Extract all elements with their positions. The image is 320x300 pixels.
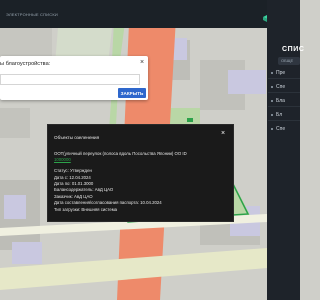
divider [268, 92, 300, 93]
info-popup: Объекты озеленения × ООТ(уличный переуло… [47, 124, 234, 222]
bullet-icon [271, 100, 273, 102]
side-item[interactable]: Бла [276, 98, 285, 104]
side-panel-badge-label: ОБЩЕ [281, 58, 294, 63]
dialog-title: ы благоустройства: [0, 61, 51, 67]
divider [268, 106, 300, 107]
side-panel [267, 0, 300, 300]
bullet-icon [271, 72, 273, 74]
holder-text: Балансодержатель: АвД ЦАО [54, 187, 114, 192]
divider [268, 78, 300, 79]
map-marker [187, 118, 193, 122]
side-panel-title: СПИС [282, 46, 305, 53]
object-link[interactable]: 1000000 [54, 157, 71, 162]
top-bar: ЭЛЕКТРОННЫЕ СПИСКИ [0, 0, 267, 28]
lavender-block [173, 38, 187, 60]
lavender-block [228, 70, 266, 94]
top-bar-label: ЭЛЕКТРОННЫЕ СПИСКИ [6, 12, 58, 17]
passport-date-text: Дата составления/согласования паспорта: … [54, 200, 162, 205]
date-from-text: Дата с: 12.04.2024 [54, 175, 91, 180]
side-item[interactable]: Пре [276, 70, 285, 76]
dialog-input[interactable] [0, 74, 140, 85]
lavender-block [4, 195, 26, 219]
side-item[interactable]: Спе [276, 126, 285, 132]
status-text: Статус: Утвержден [54, 168, 92, 173]
lavender-block [12, 242, 42, 264]
object-link-line: 1000000 [54, 157, 71, 162]
side-item[interactable]: Бл [276, 112, 282, 118]
close-icon[interactable]: × [221, 130, 225, 137]
divider [268, 120, 300, 121]
date-to-text: Дата по: 01.01.3000 [54, 181, 94, 186]
bullet-icon [271, 114, 273, 116]
close-button[interactable]: ЗАКРЫТЬ [118, 88, 146, 98]
load-type-text: Тип загрузки: Внешняя система [54, 207, 118, 212]
popup-title: Объекты озеленения [54, 135, 100, 140]
close-icon[interactable]: × [140, 59, 144, 66]
bullet-icon [271, 86, 273, 88]
side-item[interactable]: Спе [276, 84, 285, 90]
object-name: ООТ(уличный переулок (полоса вдоль Посол… [54, 151, 187, 156]
building-block [0, 108, 30, 138]
bullet-icon [271, 128, 273, 130]
customer-text: Заказчик: АвД ЦАО [54, 194, 93, 199]
